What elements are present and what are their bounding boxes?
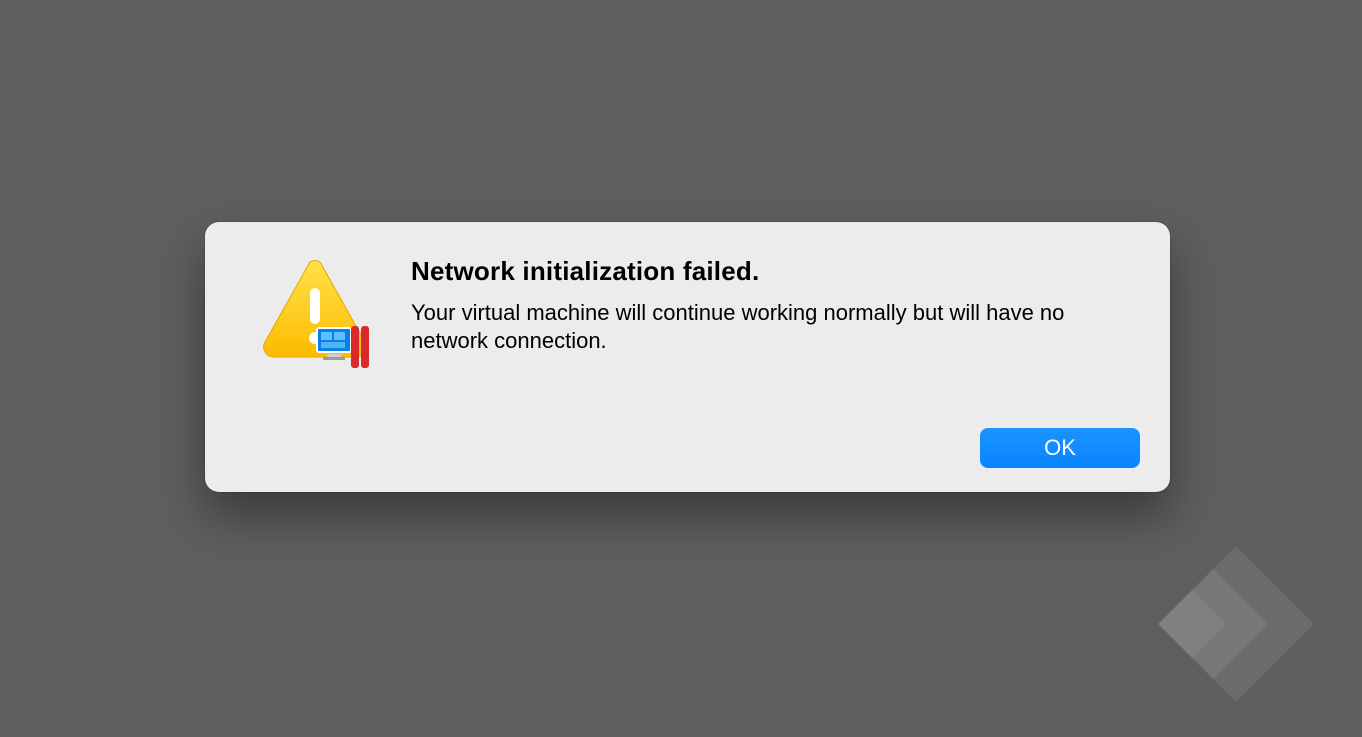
dialog-title: Network initialization failed. (411, 256, 1140, 287)
error-dialog: Network initialization failed. Your virt… (205, 222, 1170, 492)
dialog-content-row: Network initialization failed. Your virt… (235, 250, 1140, 376)
dialog-message: Your virtual machine will continue worki… (411, 299, 1071, 355)
dialog-button-row: OK (235, 428, 1140, 468)
ok-button[interactable]: OK (980, 428, 1140, 468)
dialog-text-content: Network initialization failed. Your virt… (411, 250, 1140, 355)
watermark-icon (1123, 511, 1349, 737)
warning-app-icon (255, 256, 375, 376)
